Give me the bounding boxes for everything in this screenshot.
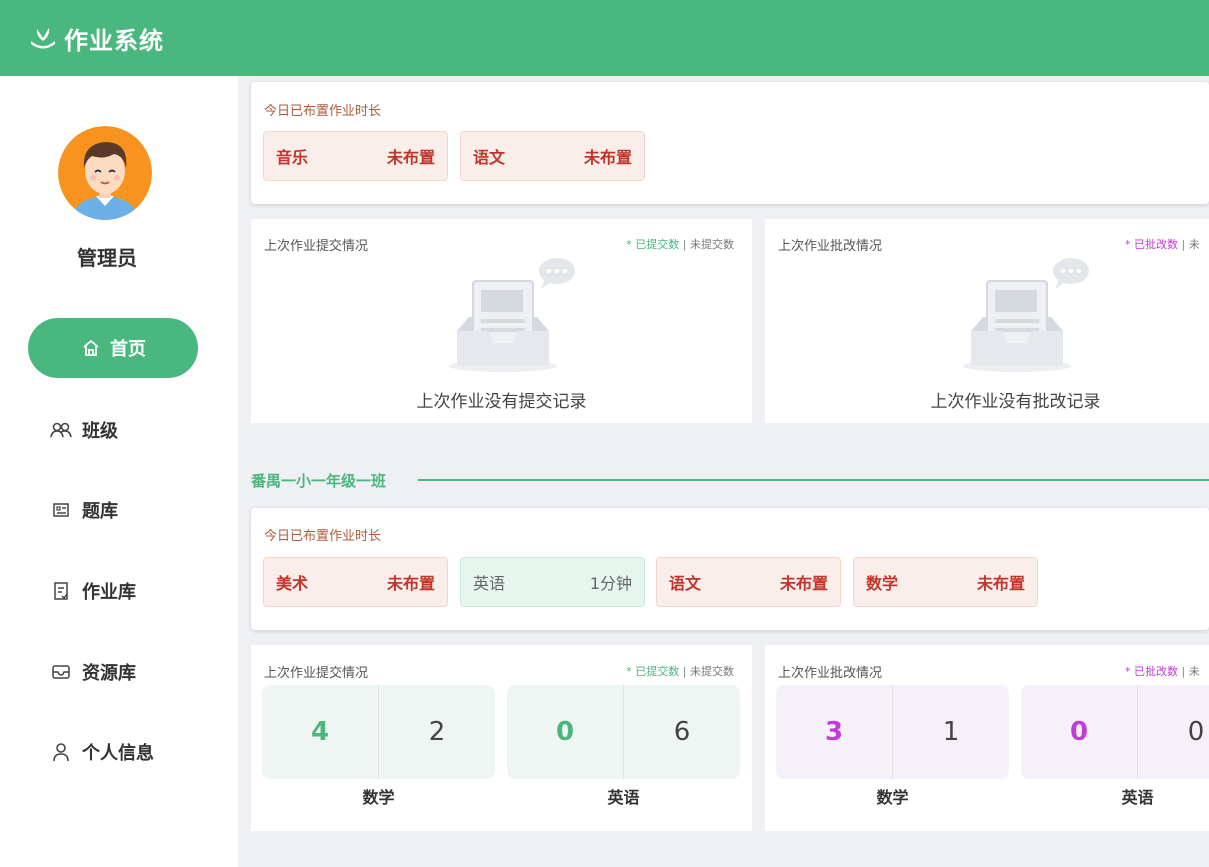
user-icon [50, 741, 72, 763]
subject-pill[interactable]: 语文 未布置 [460, 131, 645, 181]
class-today-homework-card: 今日已布置作业时长 美术 未布置 英语 1分钟 语文 未布置 数学 未布置 [251, 508, 1209, 630]
subject-pill[interactable]: 美术 未布置 [263, 557, 448, 607]
card-title: 今日已布置作业时长 [264, 529, 382, 544]
not-done-count: 2 [428, 717, 446, 747]
inbox-icon [50, 661, 72, 683]
avatar[interactable] [58, 126, 152, 220]
section-divider [418, 479, 1209, 481]
question-bank-icon [50, 499, 72, 521]
not-done-count: 6 [673, 717, 691, 747]
subject-name: 语文 [473, 148, 506, 167]
subject-pill[interactable]: 数学 未布置 [853, 557, 1038, 607]
subject-name: 英语 [473, 574, 506, 593]
users-icon [50, 419, 72, 441]
legend: * 已批改数 | 未 [1125, 663, 1200, 679]
subject-status: 1分钟 [589, 574, 632, 593]
stat-box[interactable]: 0 0 [1021, 685, 1209, 779]
done-count: 4 [262, 685, 379, 779]
user-name: 管理员 [77, 246, 137, 270]
subject-name: 语文 [669, 574, 702, 593]
app-header: 作业系统 [0, 0, 1209, 76]
legend-done: 已提交数 [635, 238, 680, 251]
legend-dot: * [626, 665, 632, 678]
sidebar-item-label: 题库 [82, 501, 118, 522]
legend-dot: * [626, 238, 632, 251]
subject-status: 未布置 [386, 574, 435, 593]
subject-pill[interactable]: 英语 1分钟 [460, 557, 645, 607]
stat-subject-label: 数学 [876, 788, 909, 807]
subject-status: 未布置 [583, 148, 632, 167]
legend: * 已批改数 | 未 [1125, 236, 1200, 252]
subject-pill[interactable]: 音乐 未布置 [263, 131, 448, 181]
book-leaf-icon [28, 25, 58, 51]
stat-box[interactable]: 0 6 [507, 685, 740, 779]
empty-inbox-icon [445, 257, 577, 381]
subject-name: 音乐 [276, 148, 309, 167]
card-title: 今日已布置作业时长 [264, 104, 382, 119]
sidebar: 管理员 首页 班级 题库 作业库 资源库 个人信息 [0, 76, 238, 867]
legend-done: 已提交数 [635, 665, 680, 678]
stat-subject-label: 英语 [607, 788, 640, 807]
sidebar-item-profile[interactable]: 个人信息 [28, 722, 198, 782]
legend: * 已提交数 | 未提交数 [626, 663, 734, 679]
sidebar-item-label: 资源库 [82, 663, 136, 684]
done-count: 3 [776, 685, 893, 779]
subject-name: 数学 [866, 574, 899, 593]
not-done-count: 0 [1187, 717, 1205, 747]
class-last-submit-card: 上次作业提交情况 * 已提交数 | 未提交数 4 2 数学 0 6 英语 [251, 645, 752, 831]
stat-box[interactable]: 4 2 [262, 685, 495, 779]
sidebar-item-resource-library[interactable]: 资源库 [28, 642, 198, 702]
card-title: 上次作业批改情况 [778, 239, 883, 254]
legend-not-done: 未 [1188, 665, 1200, 678]
legend-not-done: 未 [1188, 238, 1200, 251]
subject-status: 未布置 [779, 574, 828, 593]
legend-separator: | [1181, 238, 1186, 251]
sidebar-item-label: 个人信息 [82, 743, 154, 764]
subject-pill[interactable]: 语文 未布置 [656, 557, 841, 607]
sidebar-item-label: 首页 [110, 339, 146, 360]
legend-not-done: 未提交数 [690, 665, 734, 678]
empty-text: 上次作业没有提交记录 [416, 392, 587, 412]
subject-status: 未布置 [976, 574, 1025, 593]
last-submit-card: 上次作业提交情况 * 已提交数 | 未提交数 上次作业没有提交记录 [251, 219, 752, 423]
legend-separator: | [1181, 665, 1186, 678]
empty-text: 上次作业没有批改记录 [930, 392, 1101, 412]
subject-name: 美术 [276, 574, 309, 593]
homework-icon [50, 580, 72, 602]
legend-separator: | [682, 665, 687, 678]
app-title: 作业系统 [64, 26, 164, 55]
legend-separator: | [682, 238, 687, 251]
card-title: 上次作业提交情况 [264, 239, 369, 254]
sidebar-item-homework-library[interactable]: 作业库 [28, 561, 198, 621]
legend-dot: * [1125, 238, 1131, 251]
sidebar-item-class[interactable]: 班级 [28, 400, 198, 460]
subject-status: 未布置 [386, 148, 435, 167]
home-icon [80, 337, 102, 359]
class-last-grade-card: 上次作业批改情况 * 已批改数 | 未 3 1 数学 0 0 英语 [765, 645, 1209, 831]
legend-done: 已批改数 [1134, 238, 1178, 251]
done-count: 0 [1021, 685, 1138, 779]
legend-dot: * [1125, 665, 1131, 678]
today-homework-card: 今日已布置作业时长 音乐 未布置 语文 未布置 [251, 82, 1209, 204]
sidebar-item-home[interactable]: 首页 [28, 318, 198, 378]
card-title: 上次作业提交情况 [264, 666, 369, 681]
empty-inbox-icon [959, 257, 1091, 381]
last-grade-card: 上次作业批改情况 * 已批改数 | 未 上次作业没有批改记录 [765, 219, 1209, 423]
sidebar-item-question-bank[interactable]: 题库 [28, 480, 198, 540]
sidebar-item-label: 作业库 [82, 582, 136, 603]
not-done-count: 1 [942, 717, 960, 747]
done-count: 0 [507, 685, 624, 779]
legend-not-done: 未提交数 [690, 238, 734, 251]
card-title: 上次作业批改情况 [778, 666, 883, 681]
stat-subject-label: 数学 [362, 788, 395, 807]
sidebar-item-label: 班级 [82, 421, 118, 442]
stat-box[interactable]: 3 1 [776, 685, 1009, 779]
class-section-title[interactable]: 番禺一小一年级一班 [251, 470, 386, 491]
legend: * 已提交数 | 未提交数 [626, 236, 734, 252]
stat-subject-label: 英语 [1121, 788, 1154, 807]
legend-done: 已批改数 [1134, 665, 1178, 678]
